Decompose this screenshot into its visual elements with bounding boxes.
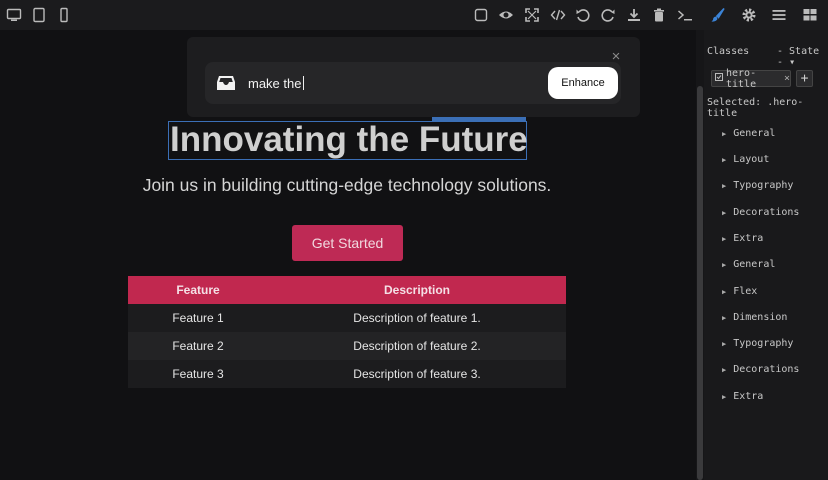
table-row[interactable]: Feature 3 Description of feature 3.: [128, 360, 566, 388]
remove-class-icon[interactable]: ×: [784, 73, 790, 84]
gear-icon[interactable]: [741, 7, 757, 23]
section-flex[interactable]: ▶ Flex: [722, 286, 757, 297]
table-cell-description: Description of feature 1.: [268, 304, 566, 332]
table-header-row: Feature Description: [128, 276, 566, 304]
redo-icon[interactable]: [600, 7, 616, 23]
section-layout[interactable]: ▶ Layout: [722, 154, 769, 165]
caret-right-icon: ▶: [722, 260, 727, 269]
caret-right-icon: ▶: [722, 287, 727, 296]
hero-title[interactable]: Innovating the Future: [168, 121, 528, 160]
fullscreen-icon[interactable]: [524, 7, 540, 23]
terminal-icon[interactable]: [677, 7, 693, 23]
section-general-2[interactable]: ▶ General: [722, 259, 775, 270]
table-cell-description: Description of feature 2.: [268, 332, 566, 360]
menu-icon[interactable]: [771, 7, 787, 23]
table-cell-description: Description of feature 3.: [268, 360, 566, 388]
caret-right-icon: ▶: [722, 313, 727, 322]
canvas-scroll-thumb[interactable]: [697, 86, 703, 480]
caret-right-icon: ▶: [722, 208, 727, 217]
table-header-description: Description: [268, 276, 566, 304]
caret-right-icon: ▶: [722, 234, 727, 243]
state-select[interactable]: - State - ▾: [777, 46, 828, 68]
desktop-icon[interactable]: [6, 7, 22, 23]
inbox-icon: [216, 73, 236, 93]
caret-right-icon: ▶: [722, 339, 727, 348]
add-class-button[interactable]: +: [796, 70, 813, 87]
eye-icon[interactable]: [498, 7, 514, 23]
square-icon[interactable]: [473, 7, 489, 23]
classes-label: Classes: [707, 46, 750, 57]
chevron-down-icon: ▾: [789, 57, 796, 68]
section-typography[interactable]: ▶ Typography: [722, 180, 793, 191]
section-extra-2[interactable]: ▶ Extra: [722, 391, 763, 402]
get-started-button[interactable]: Get Started: [292, 225, 403, 261]
undo-icon[interactable]: [575, 7, 591, 23]
caret-right-icon: ▶: [722, 129, 727, 138]
mobile-icon[interactable]: [56, 7, 72, 23]
section-extra[interactable]: ▶ Extra: [722, 233, 763, 244]
section-typography-2[interactable]: ▶ Typography: [722, 338, 793, 349]
table-row[interactable]: Feature 1 Description of feature 1.: [128, 304, 566, 332]
table-row[interactable]: Feature 2 Description of feature 2.: [128, 332, 566, 360]
enhance-button[interactable]: Enhance: [548, 67, 618, 99]
trash-icon[interactable]: [651, 7, 667, 23]
caret-right-icon: ▶: [722, 365, 727, 374]
section-decorations-2[interactable]: ▶ Decorations: [722, 364, 799, 375]
hero-subtitle[interactable]: Join us in building cutting-edge technol…: [100, 175, 594, 196]
prompt-text[interactable]: make the: [248, 76, 305, 91]
table-cell-feature: Feature 2: [128, 332, 268, 360]
features-table[interactable]: Feature Description Feature 1 Descriptio…: [128, 276, 566, 388]
section-general[interactable]: ▶ General: [722, 128, 775, 139]
section-dimension[interactable]: ▶ Dimension: [722, 312, 787, 323]
table-cell-feature: Feature 1: [128, 304, 268, 332]
tablet-icon[interactable]: [31, 7, 47, 23]
editor-toolbar: [0, 0, 828, 30]
style-manager-panel: Classes - State - ▾ hero-title × + Selec…: [704, 30, 828, 480]
selected-label: Selected: .hero-title: [707, 97, 804, 119]
table-header-feature: Feature: [128, 276, 268, 304]
section-decorations[interactable]: ▶ Decorations: [722, 207, 799, 218]
download-icon[interactable]: [626, 7, 642, 23]
caret-right-icon: ▶: [722, 392, 727, 401]
class-tag-label: hero-title: [726, 67, 757, 90]
table-cell-feature: Feature 3: [128, 360, 268, 388]
paint-brush-icon[interactable]: [710, 7, 726, 23]
checkbox-icon[interactable]: [715, 73, 723, 84]
caret-right-icon: ▶: [722, 155, 727, 164]
class-tag[interactable]: hero-title ×: [711, 67, 791, 90]
caret-right-icon: ▶: [722, 181, 727, 190]
blocks-icon[interactable]: [802, 7, 818, 23]
code-icon[interactable]: [550, 7, 566, 23]
text-caret: [303, 76, 305, 90]
